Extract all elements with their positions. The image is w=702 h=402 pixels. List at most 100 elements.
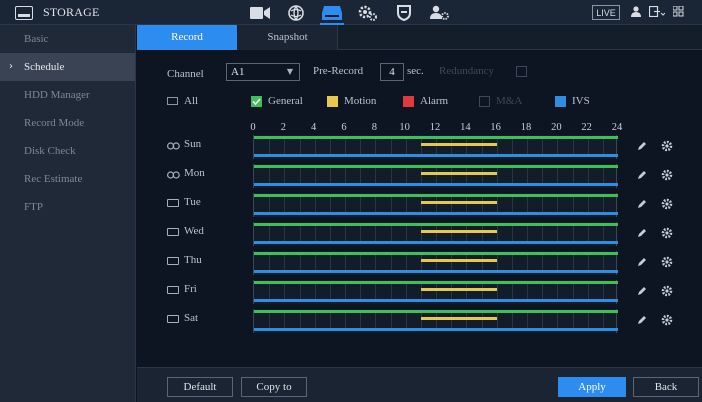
redundancy-checkbox[interactable] <box>516 66 527 77</box>
hour-gridline <box>481 197 483 213</box>
day-timeline[interactable] <box>253 280 618 304</box>
edit-pencil-icon[interactable] <box>637 286 647 299</box>
sidebar-item-hdd-manager[interactable]: HDD Manager <box>0 81 135 109</box>
hour-gridline <box>314 139 316 155</box>
edit-pencil-icon[interactable] <box>637 257 647 270</box>
edit-pencil-icon[interactable] <box>637 315 647 328</box>
legend-mda: M&A <box>479 93 522 109</box>
edit-pencil-icon[interactable] <box>637 141 647 154</box>
hour-label: 18 <box>520 122 532 133</box>
ivs-record-bar <box>254 328 618 331</box>
gear-icon[interactable] <box>661 285 673 300</box>
copy-to-button[interactable]: Copy to <box>241 377 307 397</box>
day-timeline[interactable] <box>253 222 618 246</box>
sidebar-item-basic[interactable]: Basic <box>0 25 135 53</box>
link-icon[interactable] <box>167 170 180 179</box>
day-timeline[interactable] <box>253 164 618 188</box>
legend-general[interactable]: General <box>251 93 303 109</box>
motion-record-bar <box>420 201 497 204</box>
gear-icon[interactable] <box>661 227 673 242</box>
day-timeline[interactable] <box>253 193 618 217</box>
hour-gridline <box>436 255 437 271</box>
network-icon[interactable] <box>280 2 312 23</box>
edit-pencil-icon[interactable] <box>637 199 647 212</box>
checkbox-icon[interactable] <box>167 257 179 265</box>
sidebar-item-disk-check[interactable]: Disk Check <box>0 137 135 165</box>
back-button[interactable]: Back <box>633 377 699 397</box>
ivs-record-bar <box>254 270 618 273</box>
live-button[interactable]: LIVE <box>592 5 620 20</box>
logout-icon[interactable] <box>648 5 666 20</box>
apply-button[interactable]: Apply <box>558 377 626 397</box>
channel-select[interactable]: A1 ▼ <box>226 63 300 81</box>
sidebar-item-rec-estimate[interactable]: Rec Estimate <box>0 165 135 193</box>
hour-gridline <box>390 226 392 242</box>
user-icon[interactable] <box>631 5 641 20</box>
hour-gridline <box>542 197 544 213</box>
hour-gridline <box>436 197 437 213</box>
hour-gridline <box>269 284 271 300</box>
checkbox-icon[interactable] <box>167 228 179 236</box>
hour-gridline <box>405 313 407 329</box>
motion-swatch <box>327 95 338 107</box>
gear-icon[interactable] <box>661 256 673 271</box>
hour-gridline <box>329 284 331 300</box>
hour-gridline <box>360 226 362 242</box>
general-record-bar <box>254 252 618 255</box>
hour-gridline <box>451 197 453 213</box>
legend-all[interactable]: All <box>167 93 198 109</box>
gear-icon[interactable] <box>661 140 673 155</box>
day-label: Tue <box>184 196 201 208</box>
hour-gridline <box>496 284 498 300</box>
day-label: Fri <box>184 283 197 295</box>
prerecord-input[interactable]: 4 <box>380 63 404 81</box>
hour-gridline <box>360 313 362 329</box>
sidebar-item-record-mode[interactable]: Record Mode <box>0 109 135 137</box>
day-timeline[interactable] <box>253 251 618 275</box>
storage-icon[interactable] <box>316 2 348 25</box>
checkbox-icon[interactable] <box>167 315 179 323</box>
hour-gridline <box>572 197 574 213</box>
camera-icon[interactable] <box>244 2 276 23</box>
hour-gridline <box>542 284 544 300</box>
tab-snapshot[interactable]: Snapshot <box>238 25 338 50</box>
day-timeline[interactable] <box>253 309 618 333</box>
sidebar-item-schedule[interactable]: › Schedule <box>0 53 135 81</box>
motion-record-bar <box>420 230 497 233</box>
edit-pencil-icon[interactable] <box>637 228 647 241</box>
hour-gridline <box>587 313 589 329</box>
top-bar: STORAGE LIVE <box>0 0 702 25</box>
channel-label: Channel <box>167 68 204 80</box>
hour-label: 12 <box>429 122 441 133</box>
system-settings-icon[interactable] <box>352 2 384 23</box>
security-shield-icon[interactable] <box>388 2 420 23</box>
main-nav <box>244 2 460 25</box>
gear-icon[interactable] <box>661 314 673 329</box>
legend-motion[interactable]: Motion <box>327 93 376 109</box>
hour-gridline <box>420 197 422 213</box>
checkbox-icon[interactable] <box>167 199 179 207</box>
hour-label: 20 <box>551 122 562 133</box>
link-icon[interactable] <box>167 141 180 150</box>
gear-icon[interactable] <box>661 169 673 184</box>
hour-gridline <box>269 226 271 242</box>
hour-gridline <box>375 168 377 184</box>
tab-record[interactable]: Record <box>137 25 237 50</box>
legend-ivs[interactable]: IVS <box>555 93 590 109</box>
default-button[interactable]: Default <box>167 377 233 397</box>
checkbox-icon[interactable] <box>167 286 179 294</box>
hour-gridline <box>451 313 453 329</box>
general-record-bar <box>254 165 618 168</box>
edit-pencil-icon[interactable] <box>637 170 647 183</box>
grid-menu-icon[interactable] <box>672 5 684 20</box>
sidebar-item-ftp[interactable]: FTP <box>0 193 135 221</box>
hour-gridline <box>405 168 407 184</box>
legend-alarm[interactable]: Alarm <box>403 93 448 109</box>
account-icon[interactable] <box>424 2 456 23</box>
ivs-record-bar <box>254 212 618 215</box>
gear-icon[interactable] <box>661 198 673 213</box>
day-timeline[interactable] <box>253 135 618 159</box>
legend-ivs-label: IVS <box>572 95 590 107</box>
day-label: Sat <box>184 312 199 324</box>
hour-gridline <box>572 284 574 300</box>
